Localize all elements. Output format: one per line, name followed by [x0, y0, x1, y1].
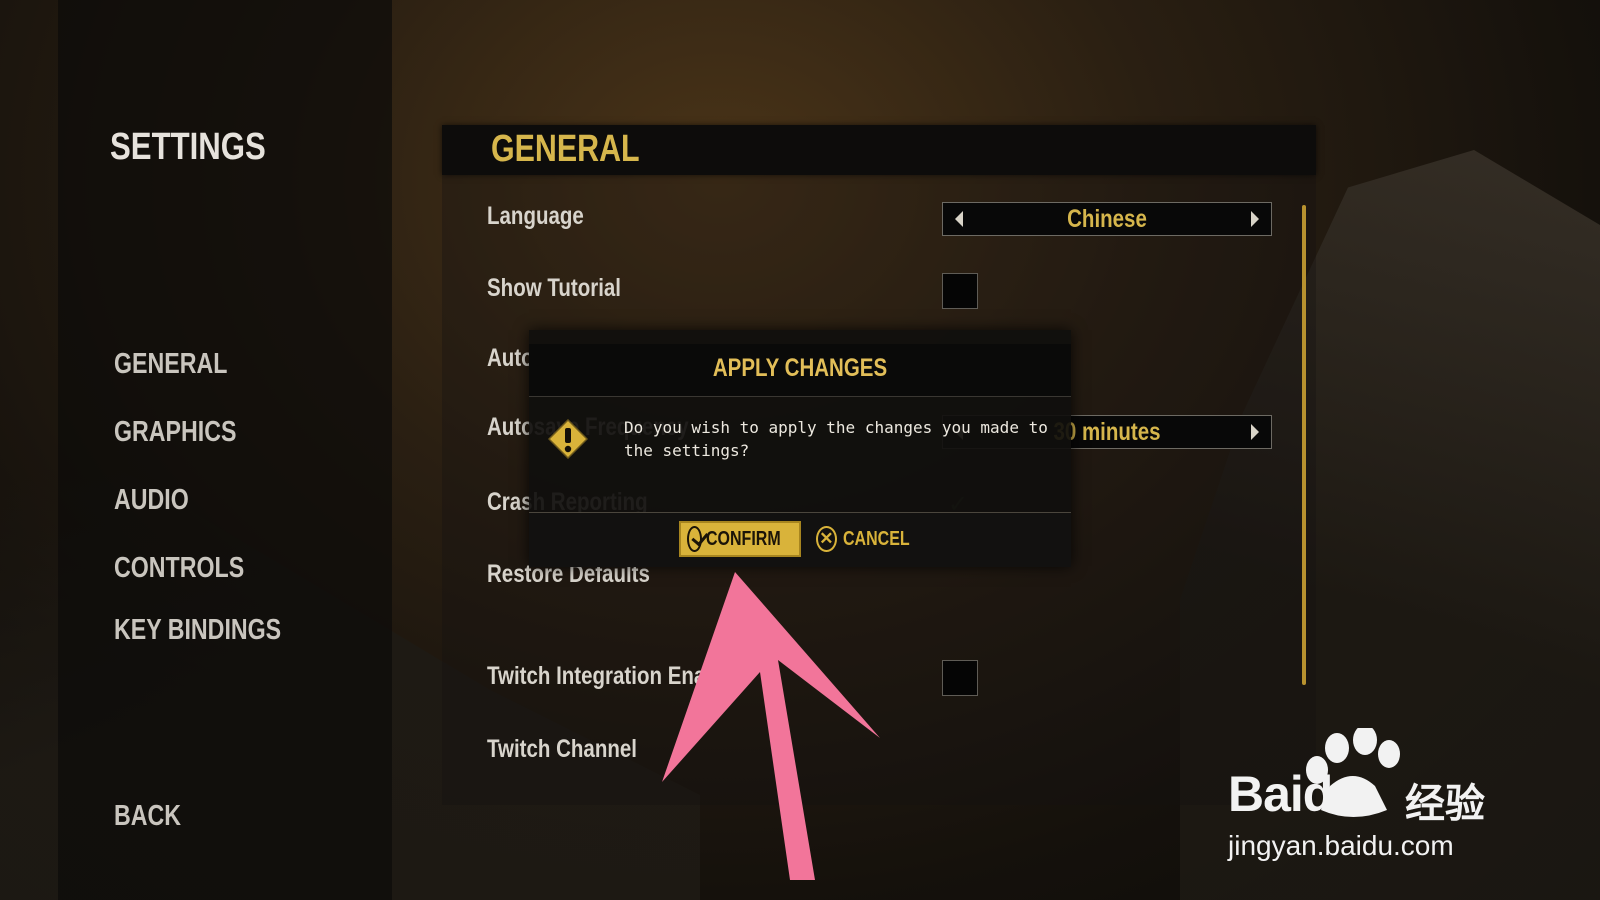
- twitch-integration-label: Twitch Integration Enabled: [487, 662, 748, 690]
- show-tutorial-label: Show Tutorial: [487, 274, 622, 302]
- cancel-button[interactable]: ✕ CANCEL: [816, 521, 926, 557]
- watermark-url: jingyan.baidu.com: [1228, 830, 1454, 861]
- panel-scrollbar[interactable]: [1302, 205, 1306, 685]
- watermark-cn: 经验: [1405, 782, 1485, 826]
- check-circle-icon: [687, 526, 702, 552]
- triangle-right-icon[interactable]: [1251, 424, 1259, 440]
- back-button[interactable]: BACK: [114, 800, 181, 833]
- language-selector[interactable]: Chinese: [942, 202, 1272, 236]
- nav-item-general[interactable]: GENERAL: [114, 348, 227, 381]
- twitch-integration-checkbox[interactable]: [942, 660, 978, 696]
- triangle-left-icon[interactable]: [955, 211, 963, 227]
- nav-item-controls[interactable]: CONTROLS: [114, 552, 244, 585]
- language-label: Language: [487, 202, 584, 230]
- language-value: Chinese: [1067, 205, 1147, 233]
- nav-item-audio[interactable]: AUDIO: [114, 484, 189, 517]
- nav-item-graphics[interactable]: GRAPHICS: [114, 416, 236, 449]
- panel-title: GENERAL: [491, 128, 640, 170]
- twitch-channel-label: Twitch Channel: [487, 735, 637, 763]
- x-circle-icon: ✕: [816, 526, 837, 552]
- dialog-title: APPLY CHANGES: [712, 354, 888, 382]
- warning-diamond-icon: [548, 419, 588, 459]
- settings-title: SETTINGS: [110, 126, 266, 168]
- nav-item-key-bindings[interactable]: KEY BINDINGS: [114, 614, 281, 647]
- confirm-label: CONFIRM: [705, 527, 781, 550]
- triangle-right-icon[interactable]: [1251, 211, 1259, 227]
- watermark-brand: Baidu: [1228, 766, 1363, 822]
- show-tutorial-checkbox[interactable]: [942, 273, 978, 309]
- confirm-button[interactable]: CONFIRM: [679, 521, 801, 557]
- cancel-label: CANCEL: [842, 527, 910, 550]
- dialog-message: Do you wish to apply the changes you mad…: [624, 418, 1048, 460]
